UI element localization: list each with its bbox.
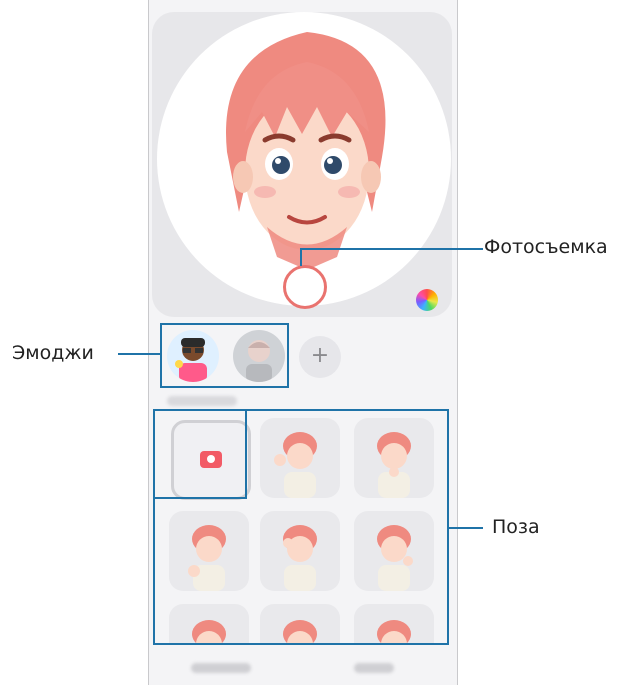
emoji-leader-line xyxy=(118,353,160,355)
photo-callout: Фотосъемка xyxy=(484,236,608,258)
add-symbol: + xyxy=(310,343,330,368)
add-emoji-button[interactable]: + xyxy=(299,336,341,378)
emoji-highlight xyxy=(160,323,289,388)
avatar-face xyxy=(226,32,386,270)
pose-highlight-divider xyxy=(153,497,245,499)
color-wheel-icon[interactable] xyxy=(416,289,438,311)
emoji-callout: Эмоджи xyxy=(12,342,94,364)
shutter-button[interactable] xyxy=(283,265,327,309)
pose-leader-line xyxy=(447,527,483,529)
done-button[interactable] xyxy=(354,663,394,673)
bottom-bar xyxy=(149,655,457,685)
avatar-preview xyxy=(152,12,452,317)
pose-highlight-divider xyxy=(245,409,247,499)
photo-leader-drop xyxy=(300,248,302,266)
photo-leader-line xyxy=(300,248,483,250)
pose-callout: Поза xyxy=(492,516,540,538)
avatar-stage xyxy=(157,12,451,306)
pose-highlight xyxy=(153,409,449,645)
cancel-button[interactable] xyxy=(191,663,251,673)
section-title xyxy=(167,396,237,406)
